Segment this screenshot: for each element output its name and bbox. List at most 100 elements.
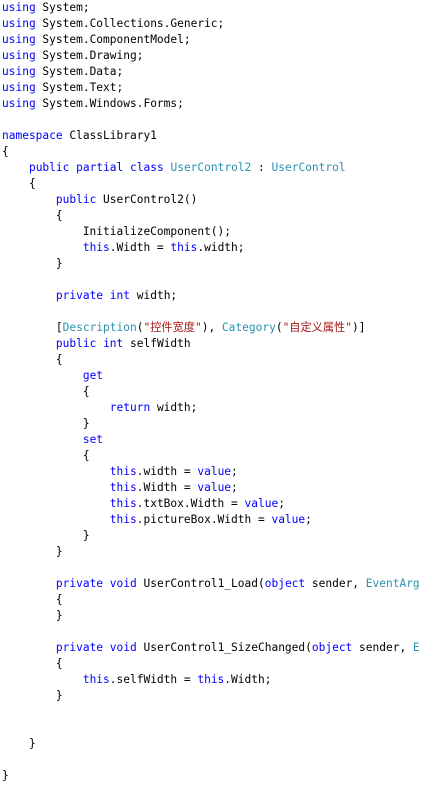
code-line[interactable]: using System.Data; [2,64,420,80]
code-text: { [2,177,36,190]
code-line[interactable]: using System.Collections.Generic; [2,16,420,32]
code-text: } [2,689,63,702]
code-line[interactable]: this.Width = value; [2,480,420,496]
code-line[interactable]: } [2,544,420,560]
code-line[interactable] [2,304,420,320]
code-line[interactable]: } [2,608,420,624]
code-line[interactable]: this.Width = this.width; [2,240,420,256]
code-line[interactable]: { [2,384,420,400]
code-string: "自定义属性" [282,321,352,334]
code-line[interactable] [2,112,420,128]
code-line[interactable]: { [2,656,420,672]
code-line[interactable]: { [2,144,420,160]
code-line[interactable]: using System.Windows.Forms; [2,96,420,112]
code-type-name: UserControl2 [170,161,252,174]
code-line[interactable] [2,704,420,720]
code-line[interactable] [2,752,420,768]
code-line[interactable]: this.selfWidth = this.Width; [2,672,420,688]
code-text: } [2,545,63,558]
code-line[interactable]: set [2,432,420,448]
code-keyword: this [82,241,110,254]
code-keyword: partial [76,161,124,174]
code-text: ; [305,513,312,526]
code-line[interactable]: } [2,768,420,784]
code-line[interactable] [2,720,420,736]
code-text: .width = [136,465,198,478]
code-line[interactable]: { [2,592,420,608]
code-text: [ [2,321,63,334]
code-line[interactable]: this.pictureBox.Width = value; [2,512,420,528]
code-keyword: this [197,673,225,686]
code-line[interactable]: namespace ClassLibrary1 [2,128,420,144]
code-keyword: class [130,161,164,174]
code-text: selfWidth [123,337,191,350]
code-line[interactable]: { [2,208,420,224]
code-line[interactable]: return width; [2,400,420,416]
code-text: } [2,257,63,270]
code-keyword: namespace [2,129,63,142]
code-text: InitializeComponent(); [2,225,232,238]
code-text: .pictureBox.Width = [136,513,272,526]
code-line[interactable]: { [2,448,420,464]
code-keyword: this [109,465,137,478]
code-line[interactable]: private int width; [2,288,420,304]
code-line[interactable]: } [2,256,420,272]
code-line[interactable]: using System; [2,0,420,16]
code-text: ; [231,481,238,494]
code-line[interactable]: private void UserControl1_SizeChanged(ob… [2,640,420,656]
code-text: } [2,417,90,430]
code-keyword: using [2,49,36,62]
code-text: .Width; [224,673,272,686]
code-text: UserControl2() [96,193,198,206]
code-type-name: Description [62,321,137,334]
code-text: .Width = [109,241,171,254]
code-keyword: value [197,465,232,478]
code-text: UserControl1_SizeChanged( [136,641,312,654]
code-keyword: using [2,17,36,30]
code-keyword: public [28,161,70,174]
code-keyword: int [109,289,131,302]
code-line[interactable]: { [2,176,420,192]
code-line[interactable]: public int selfWidth [2,336,420,352]
code-keyword: using [2,97,36,110]
code-text: } [2,529,90,542]
code-line[interactable] [2,272,420,288]
code-line[interactable]: public UserControl2() [2,192,420,208]
code-line[interactable] [2,624,420,640]
code-line[interactable]: } [2,688,420,704]
code-line[interactable]: get [2,368,420,384]
code-keyword: void [109,641,137,654]
code-text: System.Collections.Generic; [35,17,225,30]
code-keyword: this [109,481,137,494]
code-line[interactable]: private void UserControl1_Load(object se… [2,576,420,592]
code-keyword: value [197,481,232,494]
code-line[interactable]: this.width = value; [2,464,420,480]
code-line[interactable] [2,560,420,576]
code-line[interactable]: { [2,352,420,368]
code-editor[interactable]: using System; using System.Collections.Ge… [0,0,433,791]
code-line[interactable]: InitializeComponent(); [2,224,420,240]
code-line[interactable]: using System.Text; [2,80,420,96]
code-line[interactable]: using System.Drawing; [2,48,420,64]
code-line[interactable]: [Description("控件宽度"), Category("自定义属性")] [2,320,420,336]
code-line[interactable]: } [2,736,420,752]
code-line[interactable]: } [2,528,420,544]
code-line[interactable]: public partial class UserControl2 : User… [2,160,420,176]
code-line[interactable]: using System.ComponentModel; [2,32,420,48]
code-line[interactable]: this.txtBox.Width = value; [2,496,420,512]
code-line[interactable]: } [2,416,420,432]
code-keyword: using [2,65,36,78]
code-keyword: using [2,1,36,14]
code-text: } [2,737,36,750]
code-keyword: private [55,577,104,590]
code-keyword: object [311,641,353,654]
